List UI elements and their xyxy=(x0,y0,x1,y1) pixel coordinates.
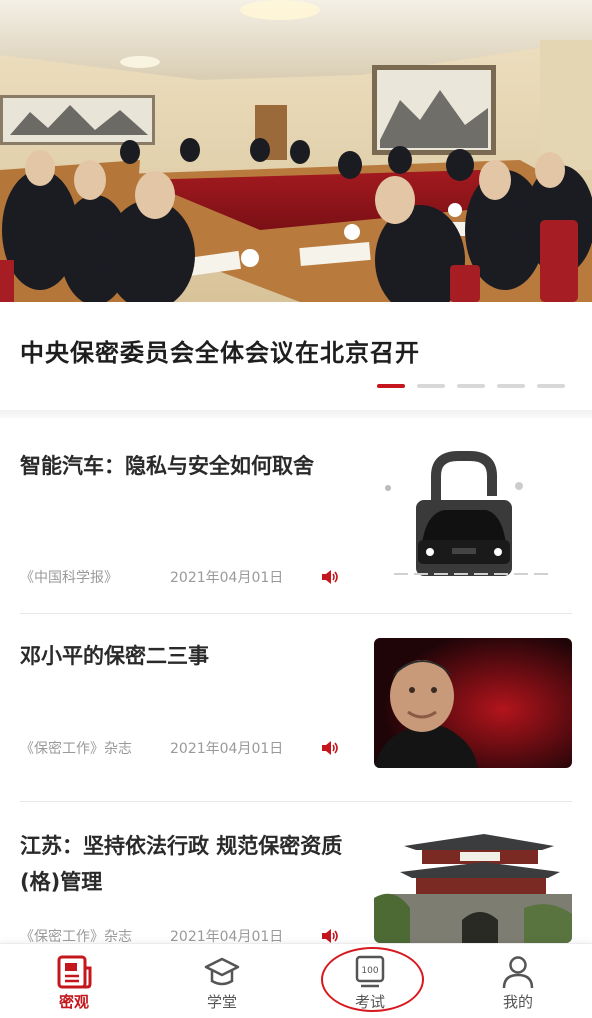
user-icon xyxy=(499,954,537,990)
article-title[interactable]: 邓小平的保密二三事 xyxy=(20,638,360,674)
carousel-dot[interactable] xyxy=(537,384,565,388)
article-date: 2021年04月01日 xyxy=(170,570,284,586)
news-icon xyxy=(55,954,93,990)
speaker-icon[interactable] xyxy=(320,738,340,758)
meeting-photo xyxy=(0,0,592,302)
speaker-icon[interactable] xyxy=(320,567,340,587)
list-divider xyxy=(20,801,572,802)
padlock-car-image[interactable] xyxy=(374,448,572,578)
exam-tab-highlight-circle xyxy=(321,947,424,1012)
hero-headline[interactable]: 中央保密委员会全体会议在北京召开 xyxy=(20,333,420,368)
tab-miguan[interactable]: 密观 xyxy=(0,944,148,1018)
article-source: 《中国科学报》 xyxy=(20,570,118,586)
bottom-tab-bar: 密观 学堂 100 考试 我的 xyxy=(0,943,592,1018)
carousel-dot[interactable] xyxy=(457,384,485,388)
carousel-dot-active[interactable] xyxy=(377,384,405,388)
article-item[interactable]: 智能汽车：隐私与安全如何取舍 《中国科学报》 2021年04月01日 xyxy=(20,448,572,618)
article-title[interactable]: 江苏：坚持依法行政 规范保密资质(格)管理 xyxy=(20,828,360,900)
hero-banner[interactable] xyxy=(0,0,592,302)
article-meta: 《中国科学报》 2021年04月01日 xyxy=(20,566,360,588)
portrait-image[interactable] xyxy=(374,638,572,768)
list-divider xyxy=(20,613,572,614)
article-meta: 《保密工作》杂志 2021年04月01日 xyxy=(20,737,360,759)
tab-xuetang[interactable]: 学堂 xyxy=(148,944,296,1018)
tab-label: 密观 xyxy=(58,993,89,1011)
article-source: 《保密工作》杂志 xyxy=(20,741,132,757)
carousel-dot[interactable] xyxy=(417,384,445,388)
graduation-cap-icon xyxy=(203,954,241,990)
section-separator xyxy=(0,410,592,418)
tab-label: 我的 xyxy=(502,993,533,1011)
tab-label: 学堂 xyxy=(206,993,237,1011)
article-item[interactable]: 邓小平的保密二三事 《保密工作》杂志 2021年04月01日 xyxy=(20,638,572,808)
article-title[interactable]: 智能汽车：隐私与安全如何取舍 xyxy=(20,448,360,484)
tab-wode[interactable]: 我的 xyxy=(444,944,592,1018)
carousel-indicator xyxy=(377,384,565,388)
article-date: 2021年04月01日 xyxy=(170,741,284,757)
city-gate-image[interactable] xyxy=(374,828,572,943)
carousel-dot[interactable] xyxy=(497,384,525,388)
